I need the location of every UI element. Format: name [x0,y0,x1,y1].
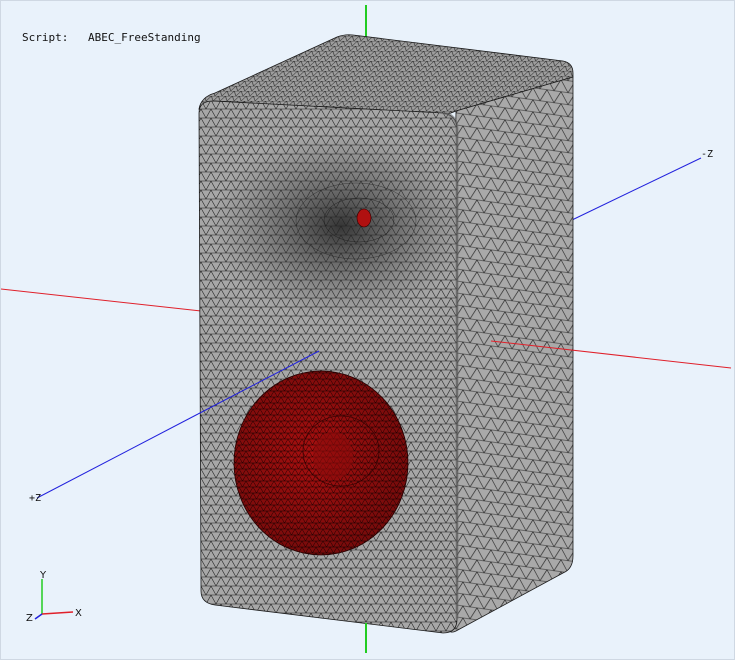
pos-z-axis-label: +Z [29,493,41,504]
neg-z-axis-label: -Z [701,149,713,160]
triad-y-label: Y [39,570,47,581]
orientation-triad: Y X Z [26,570,82,624]
enclosure-side-face [447,76,574,633]
triad-z-label: Z [26,613,33,624]
woofer-driver [233,370,409,556]
z-axis-line-negative [571,157,702,221]
triad-x-label: X [75,608,82,619]
scene-canvas[interactable]: -Z +Z Y X Z [1,1,734,659]
tweeter-waveguide [211,131,471,321]
3d-viewport[interactable]: Script: ABEC_FreeStanding -Z +Z Y X Z [0,0,735,660]
triad-z-axis [34,613,43,620]
tweeter-dome [356,208,372,228]
triad-x-axis [41,611,74,615]
speaker-enclosure-mesh[interactable] [198,34,574,634]
x-axis-line-left [1,288,202,312]
z-axis-line-positive [36,413,199,499]
